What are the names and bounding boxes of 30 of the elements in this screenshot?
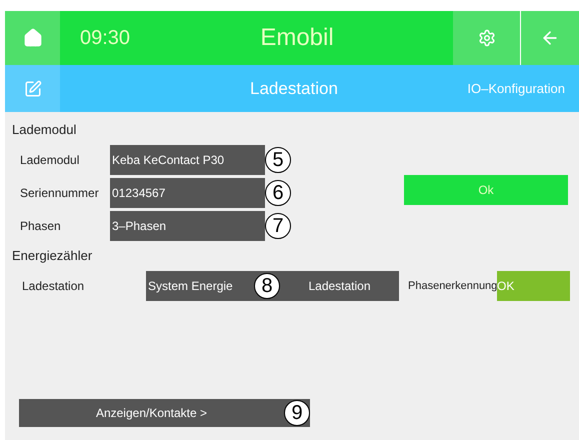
field-label: Lademodul [20, 152, 80, 169]
callout-number: 8 [254, 273, 280, 299]
home-button[interactable] [5, 11, 60, 65]
contacts-button[interactable]: Anzeigen/Kontakte > 9 [19, 399, 310, 427]
field-label: Phasen [20, 218, 62, 235]
page-title: Emobil [260, 23, 334, 53]
value-field[interactable]: 3–Phasen [110, 211, 265, 241]
value-field[interactable]: 01234567 [110, 178, 265, 208]
settings-button[interactable] [453, 11, 520, 65]
segment-label: System Energie [147, 278, 234, 295]
settings-icon [478, 29, 496, 47]
callout-number: 6 [265, 180, 291, 206]
callout-number: 5 [265, 147, 291, 173]
source-selector[interactable]: System Energie 8 Ladestation [146, 271, 399, 301]
section-title: Ladestation [250, 78, 338, 100]
callout-number: 9 [284, 400, 310, 426]
section-heading: Energiezähler [12, 247, 92, 265]
field-label: Ladestation [22, 278, 86, 295]
field-label: Seriennummer [20, 185, 100, 202]
field-label: Phasenerkennung [408, 278, 497, 294]
edit-button[interactable] [5, 65, 60, 112]
back-button[interactable] [521, 11, 579, 65]
value-field[interactable]: Keba KeContact P30 [110, 145, 265, 175]
segment-label: Ladestation [307, 278, 372, 295]
edit-icon [24, 80, 42, 98]
clock-time: 09:30 [80, 26, 130, 51]
phase-status: OK [497, 271, 570, 301]
home-icon [22, 28, 42, 48]
section-heading: Lademodul [12, 121, 76, 139]
callout-number: 7 [265, 213, 291, 239]
